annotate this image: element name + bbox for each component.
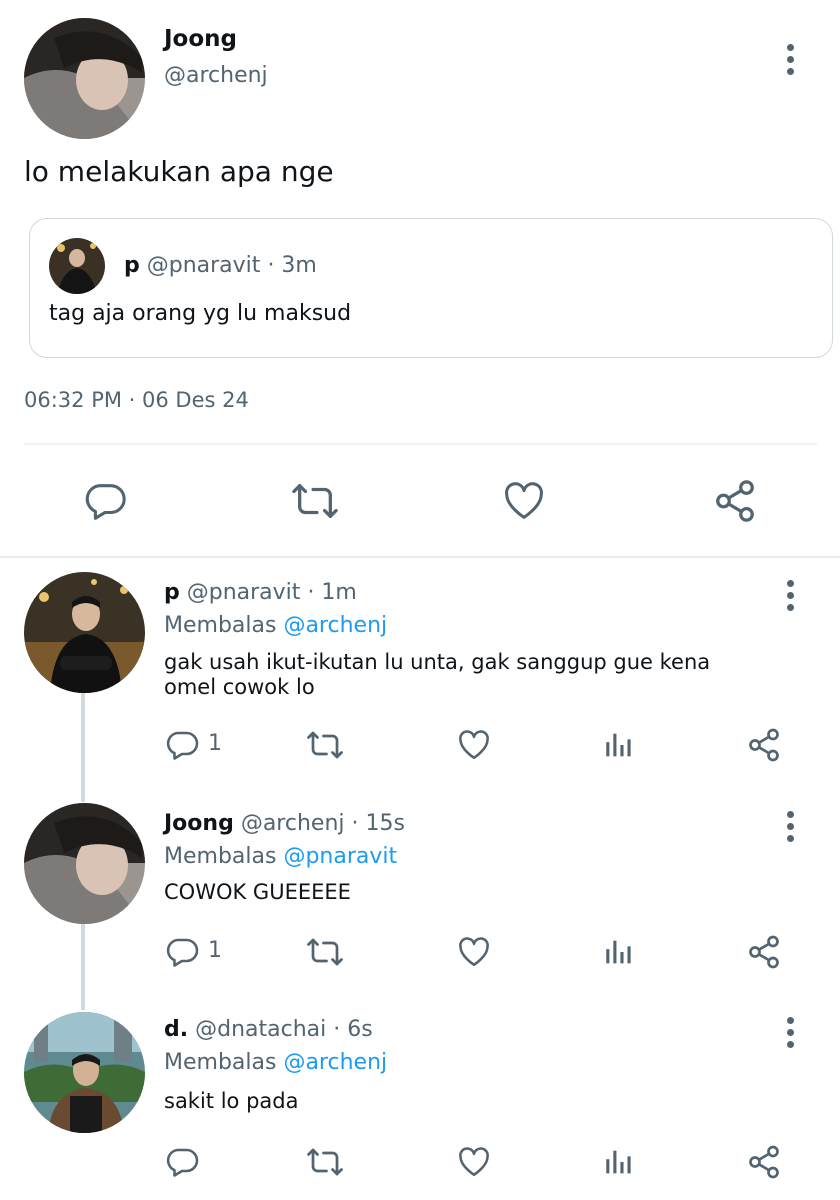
- replying-prefix: Membalas: [164, 613, 277, 638]
- reply-avatar[interactable]: [24, 1012, 145, 1133]
- quoted-author-handle: @pnaravit: [146, 253, 261, 278]
- reply-count: 1: [208, 731, 222, 756]
- reply-time[interactable]: · 15s: [352, 811, 405, 836]
- like-icon[interactable]: [455, 727, 493, 763]
- share-icon[interactable]: [746, 1144, 782, 1180]
- reply-text-line: COWOK GUEEEEE: [164, 880, 351, 904]
- reply-author-handle[interactable]: @dnatachai: [195, 1017, 326, 1042]
- main-tweet-text: lo melakukan apa nge: [24, 155, 334, 188]
- replying-prefix: Membalas: [164, 1050, 277, 1075]
- retweet-icon[interactable]: [305, 934, 345, 970]
- reply-avatar[interactable]: [24, 572, 145, 693]
- main-avatar[interactable]: [24, 18, 145, 139]
- main-author-name[interactable]: Joong: [164, 26, 237, 52]
- reply-header: p @pnaravit · 1m: [164, 580, 357, 605]
- quoted-author-row: p @pnaravit · 3m: [124, 253, 317, 278]
- reply-icon[interactable]: [82, 478, 128, 524]
- views-icon[interactable]: [602, 727, 636, 763]
- like-icon[interactable]: [500, 478, 548, 524]
- thread-line: [81, 692, 85, 802]
- thread-line: [81, 922, 85, 1010]
- replying-to: Membalas @archenj: [164, 1050, 387, 1075]
- reply-count: 1: [208, 938, 222, 963]
- reply-author-name[interactable]: Joong: [164, 811, 234, 836]
- main-author-handle[interactable]: @archenj: [164, 63, 268, 88]
- share-icon[interactable]: [746, 727, 782, 763]
- more-dots-icon[interactable]: [782, 1017, 798, 1053]
- section-divider: [0, 556, 840, 558]
- reply-avatar[interactable]: [24, 803, 145, 924]
- views-icon[interactable]: [602, 1144, 636, 1180]
- reply-author-name[interactable]: p: [164, 580, 180, 605]
- reply-time[interactable]: · 6s: [333, 1017, 372, 1042]
- divider: [24, 443, 817, 445]
- reply-icon[interactable]: [164, 934, 200, 970]
- quoted-author-name: p: [124, 253, 140, 278]
- replying-to-handle[interactable]: @archenj: [283, 1050, 387, 1075]
- reply-text-line: sakit lo pada: [164, 1089, 299, 1113]
- quoted-tweet-text: tag aja orang yg lu maksud: [49, 301, 352, 326]
- views-icon[interactable]: [602, 934, 636, 970]
- reply-author-name[interactable]: d.: [164, 1017, 188, 1042]
- tweet-timestamp[interactable]: 06:32 PM · 06 Des 24: [24, 388, 249, 412]
- replying-to-handle[interactable]: @archenj: [283, 613, 387, 638]
- reply-header: d. @dnatachai · 6s: [164, 1017, 373, 1042]
- quoted-tweet-card[interactable]: [29, 218, 833, 358]
- more-dots-icon[interactable]: [782, 811, 798, 847]
- replying-to: Membalas @archenj: [164, 613, 387, 638]
- reply-text-line: gak usah ikut-ikutan lu unta, gak sanggu…: [164, 650, 711, 674]
- reply-author-handle[interactable]: @archenj: [241, 811, 345, 836]
- more-dots-icon[interactable]: [782, 44, 798, 80]
- replying-to-handle[interactable]: @pnaravit: [283, 844, 397, 869]
- quoted-avatar[interactable]: [49, 238, 105, 294]
- retweet-icon[interactable]: [305, 727, 345, 763]
- reply-author-handle[interactable]: @pnaravit: [187, 580, 301, 605]
- more-dots-icon[interactable]: [782, 580, 798, 616]
- reply-icon[interactable]: [164, 727, 200, 763]
- reply-header: Joong @archenj · 15s: [164, 811, 405, 836]
- retweet-icon[interactable]: [290, 478, 340, 524]
- share-icon[interactable]: [746, 934, 782, 970]
- replying-to: Membalas @pnaravit: [164, 844, 397, 869]
- retweet-icon[interactable]: [305, 1144, 345, 1180]
- like-icon[interactable]: [455, 1144, 493, 1180]
- reply-icon[interactable]: [164, 1144, 200, 1180]
- quoted-time: · 3m: [267, 253, 317, 278]
- share-icon[interactable]: [712, 478, 758, 524]
- reply-text: COWOK GUEEEEE: [164, 880, 351, 905]
- reply-text: gak usah ikut-ikutan lu unta, gak sanggu…: [164, 650, 710, 700]
- like-icon[interactable]: [455, 934, 493, 970]
- reply-text: sakit lo pada: [164, 1089, 298, 1114]
- replying-prefix: Membalas: [164, 844, 277, 869]
- reply-time[interactable]: · 1m: [307, 580, 356, 605]
- reply-text-line: omel cowok lo: [164, 675, 315, 699]
